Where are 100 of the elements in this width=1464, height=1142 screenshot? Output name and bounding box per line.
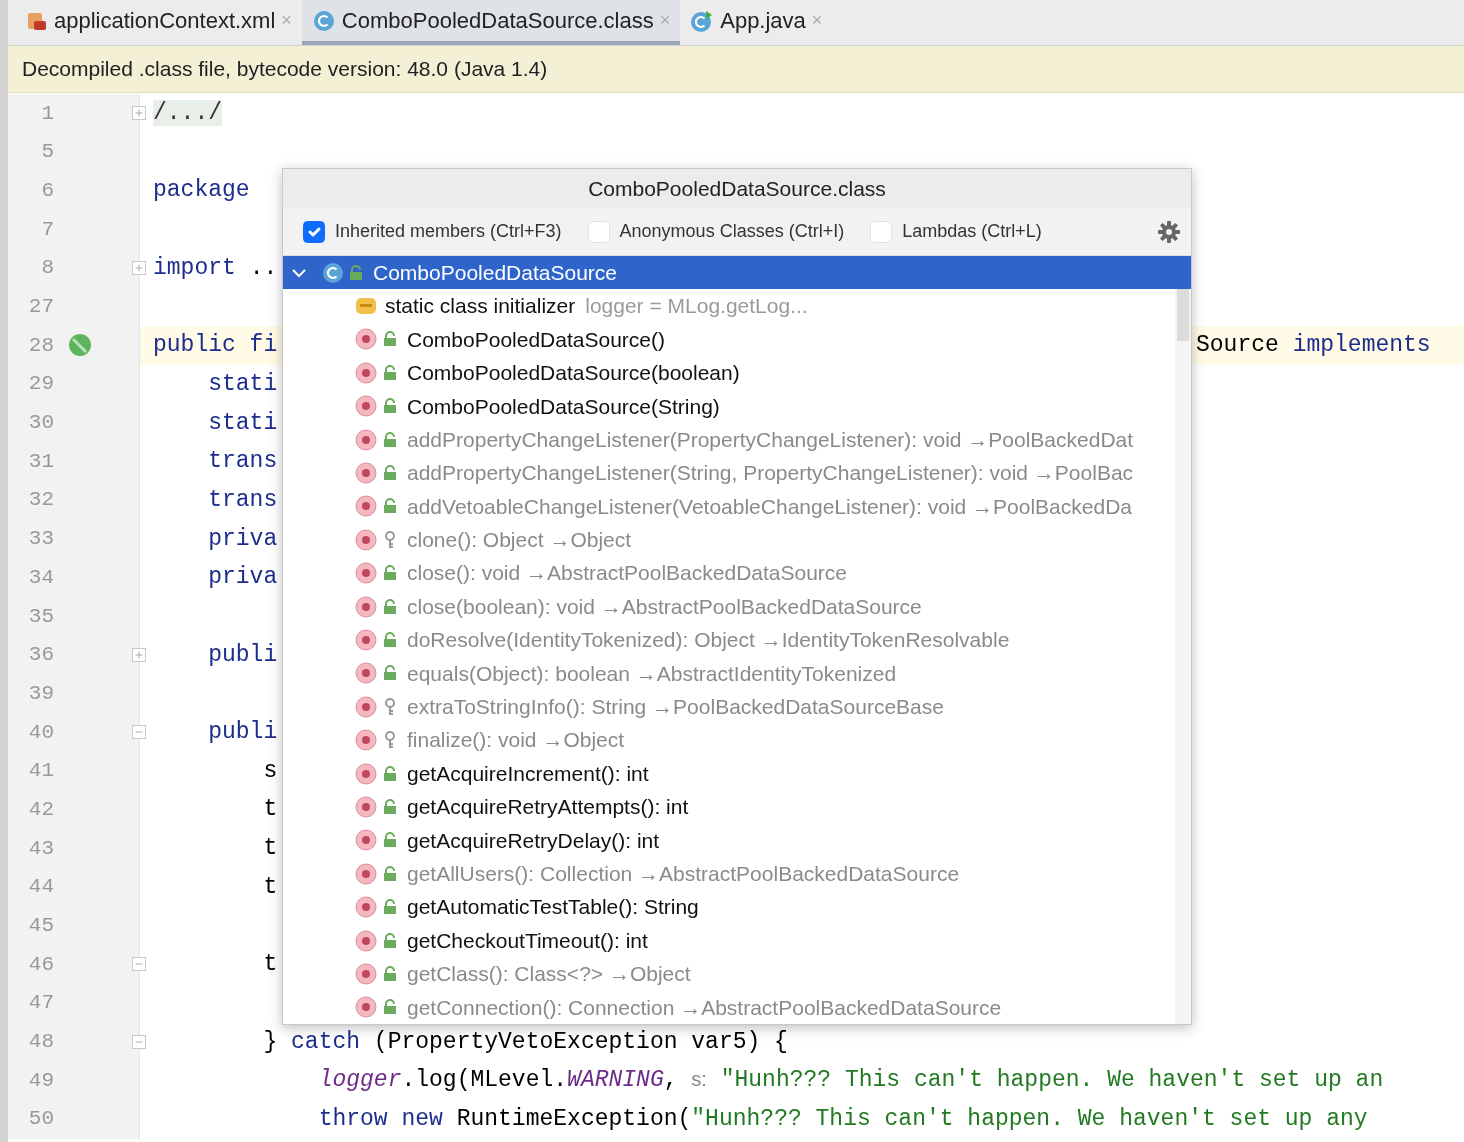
method-icon: [355, 361, 377, 384]
method-icon: [355, 428, 377, 451]
line-number: 6: [40, 177, 54, 204]
code-line: t: [262, 796, 278, 823]
line-number: 43: [27, 835, 54, 862]
info-banner-text: Decompiled .class file, bytecode version: 48.0 (Java 1.4): [22, 56, 548, 83]
collapse-icon[interactable]: [132, 957, 146, 972]
line-number: 35: [27, 603, 54, 630]
method-icon: [355, 862, 377, 885]
tree-row[interactable]: getAcquireRetryDelay(): int: [283, 823, 1175, 858]
line-number: 47: [27, 990, 54, 1017]
code-line: t: [262, 835, 278, 862]
line-number: 5: [40, 139, 54, 166]
line-number: 44: [27, 874, 54, 901]
tree-row[interactable]: ComboPooledDataSource(String): [283, 389, 1175, 423]
lock-icon: [349, 264, 363, 281]
checkbox-label[interactable]: Inherited members (Ctrl+F3): [335, 218, 562, 245]
line-number: 45: [27, 913, 54, 940]
collapse-icon[interactable]: [132, 725, 146, 739]
tree-row[interactable]: ComboPooledDataSource(): [283, 322, 1175, 357]
checkbox[interactable]: [303, 220, 325, 243]
line-number: 33: [27, 526, 54, 553]
line-number: 8: [40, 255, 54, 282]
tree-row[interactable]: equals(Object): boolean →AbstractIdentityTokenized: [283, 656, 1175, 691]
code-line: t: [262, 951, 278, 978]
collapse-icon[interactable]: [132, 1034, 146, 1049]
line-number: 39: [27, 680, 54, 707]
line-number: 27: [27, 294, 54, 321]
line-number: 32: [27, 487, 54, 514]
code-line: stati: [207, 370, 278, 397]
tree-row[interactable]: getAllUsers(): Collection →AbstractPoolBackedDataSource: [283, 857, 1175, 891]
method-icon: [355, 562, 377, 585]
tree-row[interactable]: finalize(): void →Object: [283, 723, 1175, 757]
tree-row[interactable]: getClass(): Class<?> →Object: [283, 957, 1175, 991]
tree-row[interactable]: getAcquireIncrement(): int: [283, 756, 1175, 791]
tree-row[interactable]: extraToStringInfo(): String →PoolBackedDataSourceBase: [283, 690, 1175, 724]
tree-row[interactable]: close(): void →AbstractPoolBackedDataSource: [283, 556, 1175, 590]
popup-title: ComboPooledDataSource.class: [588, 175, 886, 202]
settings-icon[interactable]: [1157, 219, 1181, 244]
expand-icon[interactable]: [132, 647, 146, 662]
code-line: public fi: [153, 332, 278, 359]
tree-row[interactable]: doResolve(IdentityTokenized): Object →IdentityTokenResolvable: [283, 623, 1175, 657]
method-icon: [355, 328, 377, 351]
tree-row[interactable]: static class initializer logger = MLog.getLog...: [283, 289, 1175, 323]
tree-row[interactable]: addPropertyChangeListener(String, PropertyChangeListener): void →PoolBac: [283, 456, 1175, 490]
method-icon: [355, 528, 377, 551]
method-icon: [355, 896, 377, 919]
line-number: 36: [27, 642, 54, 669]
file-tab[interactable]: ComboPooledDataSource.class ×: [301, 0, 681, 45]
tree-row[interactable]: addVetoableChangeListener(VetoableChangeListener): void →PoolBackedDa: [283, 489, 1175, 524]
line-number: 42: [27, 796, 54, 823]
tree-row[interactable]: ComboPooledDataSource: [283, 256, 1191, 290]
method-icon: [355, 595, 377, 618]
method-icon: [355, 795, 377, 818]
tree-row[interactable]: clone(): Object →Object: [283, 523, 1175, 557]
file-tab[interactable]: applicationContext.xml ×: [16, 0, 302, 45]
code-line: s: [262, 757, 278, 784]
file-tab[interactable]: App.java ×: [680, 0, 833, 45]
tree-row[interactable]: close(boolean): void →AbstractPoolBackedDataSource: [283, 589, 1175, 624]
code-line: stati: [207, 409, 278, 436]
code-line: t: [262, 873, 278, 900]
checkbox-label[interactable]: Anonymous Classes (Ctrl+I): [619, 218, 845, 245]
class-icon: [321, 260, 345, 285]
line-number: 40: [27, 719, 54, 746]
method-icon: [355, 695, 377, 718]
code-line: publi: [207, 641, 278, 668]
tree-row[interactable]: getAutomaticTestTable(): String: [283, 890, 1175, 924]
code-line: logger.log(MLevel.WARNING, s: "Hunh??? This can't happen. We haven't set up an: [317, 1067, 1384, 1094]
code-line: package: [153, 177, 250, 204]
code-line: priva: [207, 564, 278, 591]
tree-row[interactable]: addPropertyChangeListener(PropertyChangeListener): void →PoolBackedDat: [283, 422, 1175, 457]
code-line: trans: [207, 486, 278, 513]
method-icon: [355, 629, 377, 651]
tree-row[interactable]: ComboPooledDataSource(boolean): [283, 356, 1175, 390]
tree-row[interactable]: getCheckoutTimeout(): int: [283, 923, 1175, 958]
expand-icon[interactable]: [132, 106, 146, 120]
code-line: import ..: [153, 254, 278, 281]
line-number: 28: [27, 332, 54, 359]
method-icon: [355, 395, 377, 418]
expand-icon[interactable]: [132, 260, 146, 275]
method-icon: [355, 662, 377, 685]
line-number: 41: [27, 758, 54, 785]
code-line: priva: [207, 525, 278, 552]
tree-row[interactable]: getAcquireRetryAttempts(): int: [283, 790, 1175, 824]
code-line: throw new RuntimeException("Hunh??? This can't happen. We haven't set up any: [317, 1105, 1368, 1132]
line-number: 48: [27, 1029, 54, 1056]
line-number: 30: [27, 410, 54, 437]
line-number: 50: [27, 1106, 54, 1133]
line-number: 7: [40, 216, 54, 243]
line-number: 34: [27, 564, 54, 591]
tree-row[interactable]: getConnection(): Connection →AbstractPoolBackedDataSource: [283, 990, 1175, 1024]
line-number: 1: [40, 100, 54, 127]
line-number: 29: [27, 371, 54, 398]
scrollbar-thumb[interactable]: [1177, 289, 1189, 341]
checkbox-label[interactable]: Lambdas (Ctrl+L): [902, 218, 1042, 245]
code-line: } catch (PropertyVetoException var5) {: [262, 1028, 788, 1055]
line-number: 31: [27, 448, 54, 475]
method-icon: [355, 462, 377, 485]
method-icon: [355, 996, 377, 1019]
method-icon: [355, 729, 377, 752]
